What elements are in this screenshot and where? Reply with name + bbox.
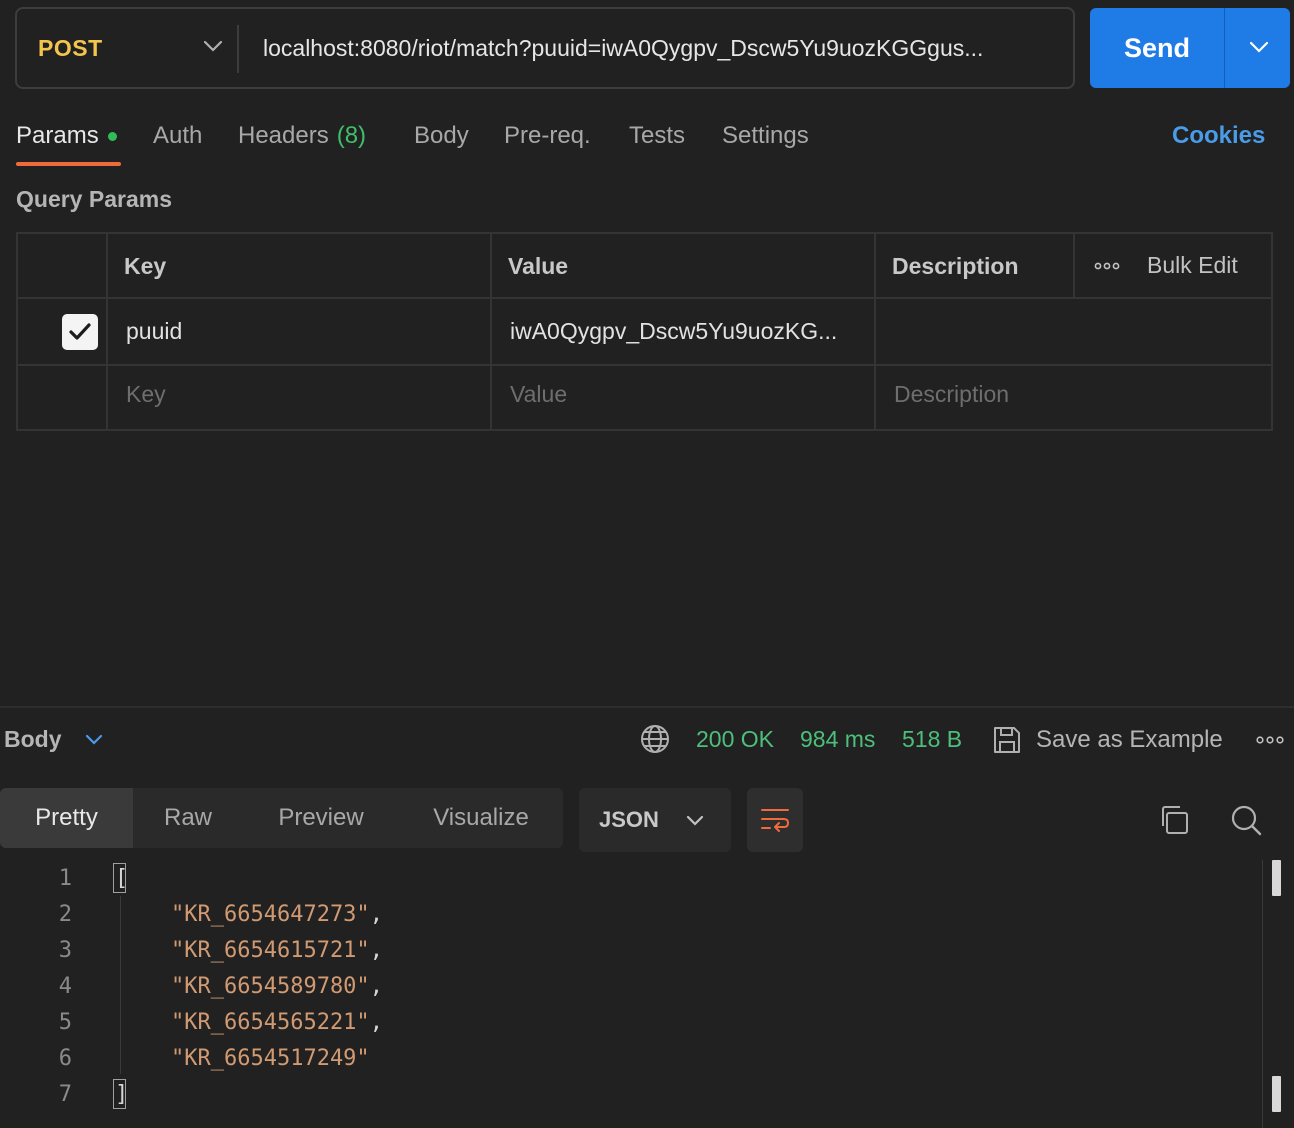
- format-label: JSON: [599, 807, 659, 832]
- line-number: 6: [58, 1046, 72, 1071]
- response-section-label: Body: [4, 726, 62, 752]
- wrap-lines-button[interactable]: [747, 788, 803, 852]
- scrollbar-marker[interactable]: [1272, 1076, 1281, 1112]
- request-url-bar: POST localhost:8080/riot/match?puuid=iwA…: [15, 7, 1075, 89]
- tab-auth[interactable]: Auth: [153, 118, 202, 154]
- tab-params-label: Params: [16, 122, 99, 149]
- tab-settings[interactable]: Settings: [722, 118, 809, 154]
- response-size[interactable]: 518 B: [902, 726, 962, 753]
- table-column-divider: [490, 232, 492, 431]
- json-string-line[interactable]: "KR_6654517249": [171, 1046, 370, 1071]
- table-row-divider: [16, 364, 1273, 366]
- indent-guide: [120, 896, 121, 1074]
- chevron-down-icon: [203, 40, 223, 52]
- json-comma: ,: [369, 1010, 383, 1035]
- line-number: 1: [58, 866, 72, 891]
- view-tab-pretty[interactable]: Pretty: [0, 788, 133, 848]
- param-key-cell[interactable]: puuid: [126, 318, 182, 345]
- new-value-input[interactable]: Value: [510, 381, 567, 408]
- response-section-select[interactable]: Body: [4, 726, 62, 753]
- send-button[interactable]: Send: [1090, 8, 1224, 88]
- send-button-group: Send: [1090, 8, 1290, 88]
- json-comma: ,: [369, 938, 383, 963]
- json-string: "KR_6654565221": [171, 1010, 370, 1035]
- scrollbar-marker[interactable]: [1272, 860, 1281, 896]
- cookies-link[interactable]: Cookies: [1172, 118, 1265, 154]
- view-tab-visualize[interactable]: Visualize: [399, 788, 563, 848]
- globe-icon[interactable]: [640, 724, 670, 754]
- tab-prereq[interactable]: Pre-req.: [504, 118, 591, 154]
- line-number: 4: [58, 974, 72, 999]
- line-number: 2: [58, 902, 72, 927]
- json-string-line[interactable]: "KR_6654589780",: [171, 974, 383, 999]
- tab-headers-label: Headers: [238, 122, 329, 149]
- table-column-divider: [1073, 232, 1075, 298]
- query-params-title: Query Params: [16, 186, 172, 212]
- json-comma: ,: [369, 902, 383, 927]
- tab-tests[interactable]: Tests: [629, 118, 685, 154]
- params-active-dot: [107, 131, 117, 141]
- table-column-divider: [106, 232, 108, 431]
- save-icon[interactable]: [992, 725, 1022, 755]
- table-row-divider: [16, 297, 1273, 299]
- param-enabled-checkbox[interactable]: [62, 314, 98, 350]
- send-divider: [1224, 8, 1225, 88]
- response-time[interactable]: 984 ms: [800, 726, 875, 753]
- copy-icon[interactable]: [1158, 804, 1190, 836]
- method-select[interactable]: POST: [38, 9, 238, 87]
- url-divider: [237, 25, 239, 73]
- new-key-input[interactable]: Key: [126, 381, 166, 408]
- column-header-value: Value: [508, 253, 569, 279]
- response-divider[interactable]: [0, 706, 1294, 708]
- table-column-divider: [874, 232, 876, 431]
- column-header-key: Key: [124, 253, 167, 279]
- json-string: "KR_6654589780": [171, 974, 370, 999]
- tab-params[interactable]: Params: [16, 118, 117, 154]
- more-options-icon[interactable]: [1094, 261, 1120, 271]
- json-string: "KR_6654615721": [171, 938, 370, 963]
- active-tab-indicator: [16, 162, 121, 166]
- chevron-down-icon[interactable]: [84, 733, 104, 747]
- method-label: POST: [38, 34, 103, 61]
- url-input[interactable]: localhost:8080/riot/match?puuid=iwA0Qygp…: [263, 9, 1063, 87]
- json-string-line[interactable]: "KR_6654565221",: [171, 1010, 383, 1035]
- headers-count: (8): [336, 122, 367, 149]
- save-as-example-button[interactable]: Save as Example: [1036, 726, 1223, 754]
- search-icon[interactable]: [1229, 803, 1263, 837]
- json-string-line[interactable]: "KR_6654647273",: [171, 902, 383, 927]
- json-comma: ,: [369, 974, 383, 999]
- json-string: "KR_6654517249": [171, 1046, 370, 1071]
- json-string-line[interactable]: "KR_6654615721",: [171, 938, 383, 963]
- column-header-description: Description: [892, 253, 1019, 279]
- send-options-chevron-icon[interactable]: [1248, 40, 1270, 54]
- json-open-bracket: [: [115, 866, 129, 891]
- json-close-bracket: ]: [115, 1082, 129, 1107]
- line-number: 7: [58, 1082, 72, 1107]
- status-code[interactable]: 200 OK: [696, 726, 774, 753]
- view-tab-raw[interactable]: Raw: [133, 788, 243, 848]
- checkmark-icon: [69, 323, 91, 340]
- scrollbar-track[interactable]: [1262, 860, 1263, 1128]
- json-string: "KR_6654647273": [171, 902, 370, 927]
- format-select[interactable]: JSON: [579, 788, 731, 852]
- new-description-input[interactable]: Description: [894, 381, 1009, 408]
- more-options-icon[interactable]: [1256, 735, 1284, 745]
- param-value-cell[interactable]: iwA0Qygpv_Dscw5Yu9uozKG...: [510, 318, 837, 345]
- line-number: 3: [58, 938, 72, 963]
- tab-body[interactable]: Body: [414, 118, 469, 154]
- line-number: 5: [58, 1010, 72, 1035]
- bulk-edit-button[interactable]: Bulk Edit: [1147, 252, 1238, 279]
- chevron-down-icon: [686, 815, 704, 826]
- tab-headers[interactable]: Headers (8): [238, 118, 366, 154]
- view-tab-preview[interactable]: Preview: [243, 788, 399, 848]
- wrap-lines-icon: [761, 809, 790, 832]
